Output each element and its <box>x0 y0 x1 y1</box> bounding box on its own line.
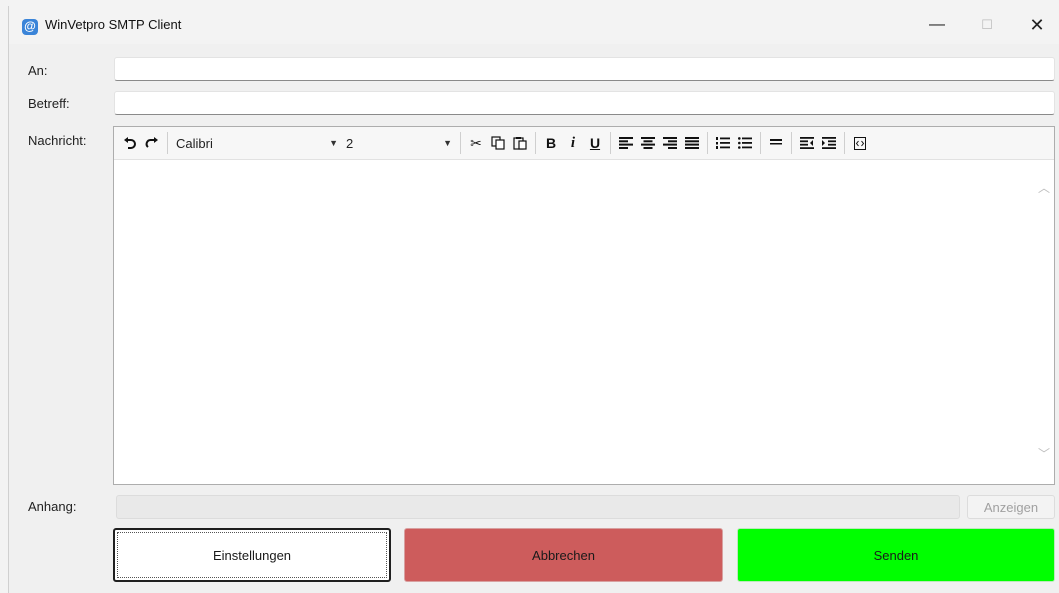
font-size-value: 2 <box>346 135 354 151</box>
undo-icon <box>124 137 136 149</box>
close-button[interactable]: ✕ <box>1014 6 1059 44</box>
maximize-button[interactable]: ☐ <box>964 6 1010 44</box>
toolbar-separator <box>610 132 611 154</box>
numbered-list-icon <box>716 137 730 149</box>
indent-button[interactable] <box>818 132 840 154</box>
align-left-button[interactable] <box>615 132 637 154</box>
toolbar-separator <box>460 132 461 154</box>
justify-icon <box>685 137 699 149</box>
to-input[interactable] <box>114 57 1055 81</box>
copy-button[interactable] <box>487 132 509 154</box>
bullet-list-icon <box>738 137 752 149</box>
show-attachment-button[interactable]: Anzeigen <box>967 495 1055 519</box>
paste-icon <box>513 137 527 150</box>
toolbar-separator <box>167 132 168 154</box>
font-family-select[interactable]: Calibri ▼ <box>172 132 342 154</box>
message-label: Nachricht: <box>28 133 87 148</box>
bold-button[interactable]: B <box>540 132 562 154</box>
italic-button[interactable]: i <box>562 132 584 154</box>
indent-icon <box>822 137 836 149</box>
scissors-icon: ✂ <box>470 134 482 151</box>
settings-button-label: Einstellungen <box>212 547 292 563</box>
chevron-down-icon: ▼ <box>329 138 338 148</box>
send-button[interactable]: Senden <box>737 528 1055 582</box>
close-icon: ✕ <box>1029 14 1045 35</box>
message-body[interactable] <box>114 160 1037 484</box>
chevron-down-icon: ▼ <box>443 138 452 148</box>
bullet-list-button[interactable] <box>734 132 756 154</box>
justify-button[interactable] <box>681 132 703 154</box>
smtp-client-window: WinVetpro SMTP Client — ☐ ✕ An: Betreff:… <box>8 6 1059 593</box>
attachment-field <box>116 495 960 519</box>
align-left-icon <box>619 137 633 149</box>
toolbar-separator <box>535 132 536 154</box>
copy-icon <box>491 136 505 150</box>
underline-button[interactable]: U <box>584 132 606 154</box>
align-right-icon <box>663 137 677 149</box>
maximize-icon: ☐ <box>981 17 993 32</box>
numbered-list-button[interactable] <box>712 132 734 154</box>
horizontal-rule-button[interactable] <box>765 132 787 154</box>
toolbar-separator <box>707 132 708 154</box>
app-icon <box>22 19 38 35</box>
redo-icon <box>145 137 158 148</box>
horizontal-rule-icon <box>770 139 782 145</box>
toolbar-separator <box>844 132 845 154</box>
window-title: WinVetpro SMTP Client <box>45 17 182 32</box>
subject-input[interactable] <box>114 91 1055 115</box>
attachment-label: Anhang: <box>28 499 77 514</box>
align-center-button[interactable] <box>637 132 659 154</box>
send-button-label: Senden <box>873 547 919 563</box>
settings-button[interactable]: Einstellungen <box>113 528 391 582</box>
editor-toolbar: Calibri ▼ 2 ▼ ✂ B i U <box>114 127 1054 160</box>
outdent-button[interactable] <box>796 132 818 154</box>
subject-label: Betreff: <box>28 96 70 111</box>
minimize-icon: — <box>929 16 945 33</box>
align-center-icon <box>641 137 655 149</box>
font-size-select[interactable]: 2 ▼ <box>342 132 456 154</box>
to-label: An: <box>28 63 48 78</box>
paste-button[interactable] <box>509 132 531 154</box>
source-code-button[interactable] <box>849 132 871 154</box>
source-code-icon <box>854 136 866 150</box>
outdent-icon <box>800 137 814 149</box>
minimize-button[interactable]: — <box>914 6 960 44</box>
align-right-button[interactable] <box>659 132 681 154</box>
undo-button[interactable] <box>119 132 141 154</box>
scroll-down-icon[interactable]: ﹀ <box>1038 445 1050 462</box>
font-family-value: Calibri <box>176 135 213 151</box>
toolbar-separator <box>791 132 792 154</box>
cut-button[interactable]: ✂ <box>465 132 487 154</box>
redo-button[interactable] <box>141 132 163 154</box>
title-bar: WinVetpro SMTP Client — ☐ ✕ <box>9 6 1059 44</box>
scroll-up-icon[interactable]: ︿ <box>1038 179 1050 196</box>
message-editor: Calibri ▼ 2 ▼ ✂ B i U ︿ ﹀ <box>113 126 1055 485</box>
toolbar-separator <box>760 132 761 154</box>
cancel-button-label: Abbrechen <box>532 547 595 563</box>
cancel-button[interactable]: Abbrechen <box>404 528 723 582</box>
